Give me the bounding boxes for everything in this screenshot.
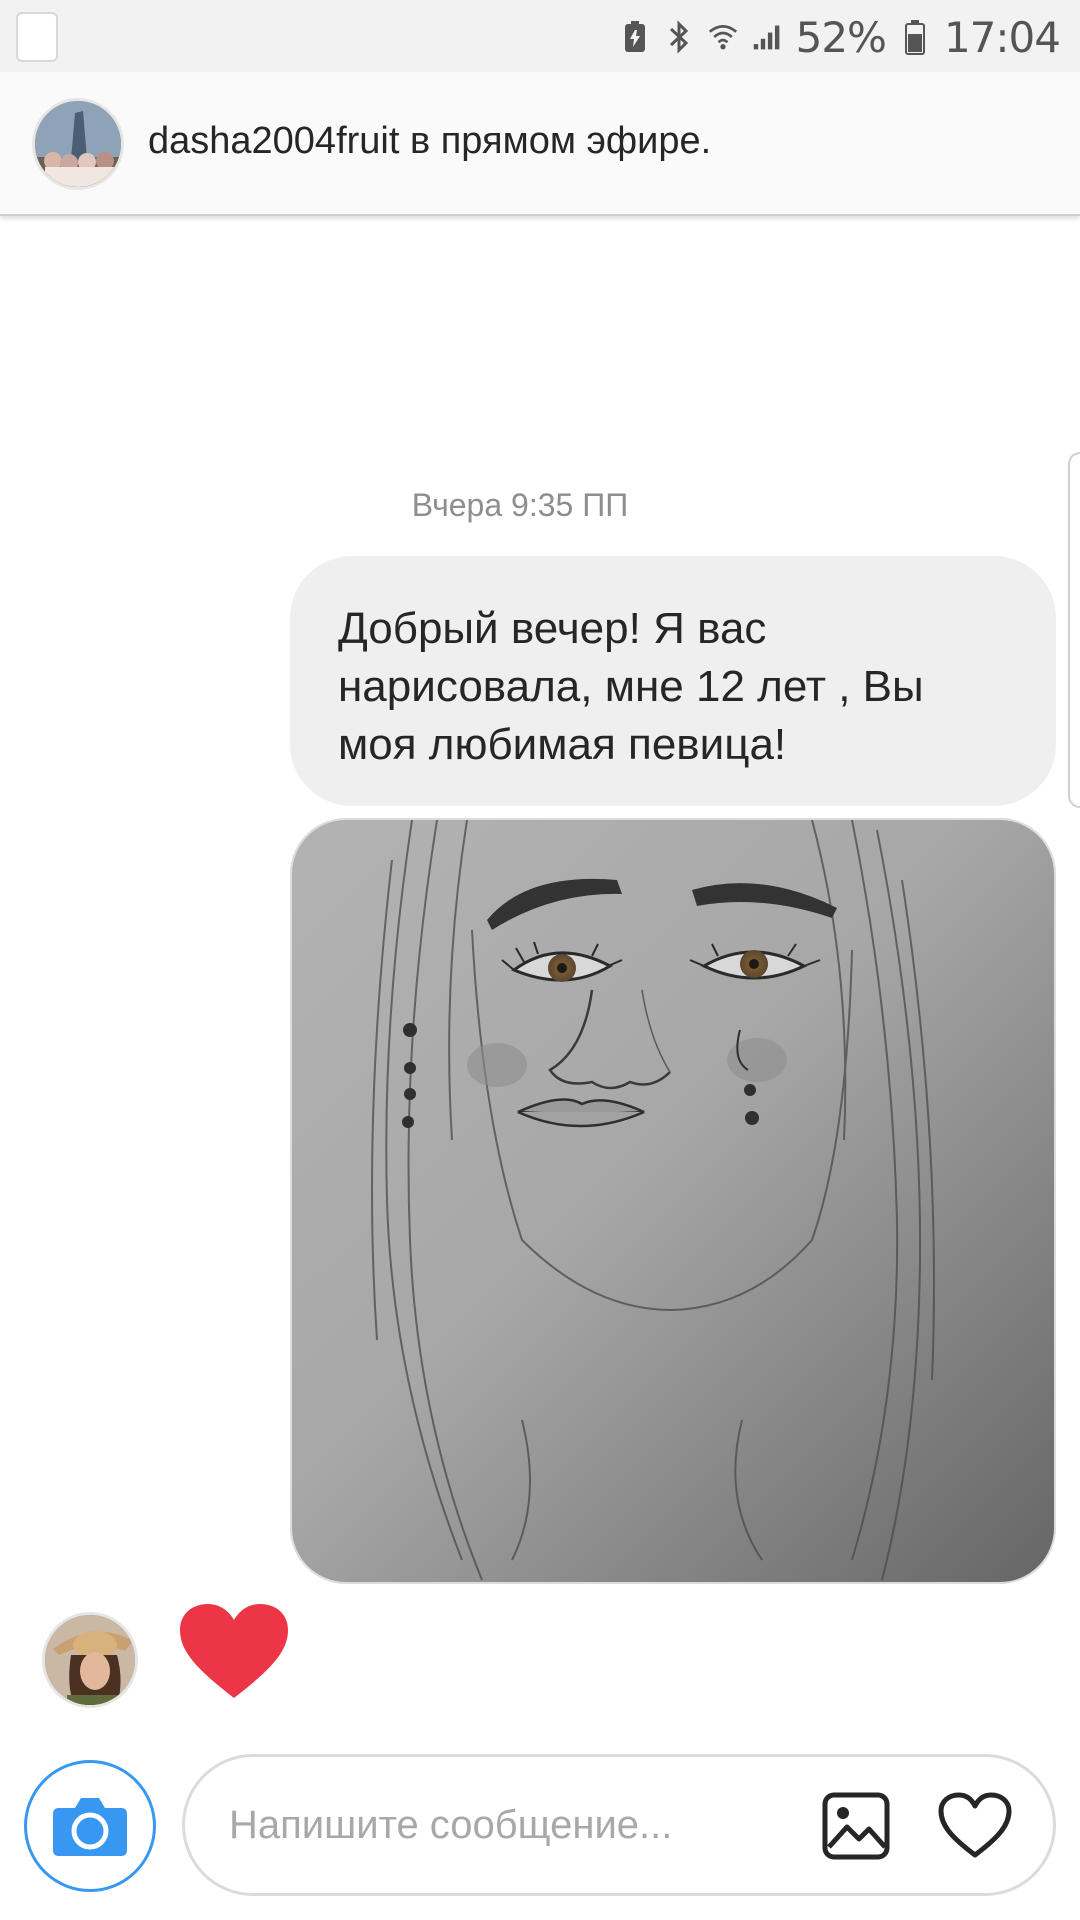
reactor-avatar[interactable] — [42, 1612, 138, 1708]
camera-button[interactable] — [24, 1760, 156, 1892]
status-bar: 52% 17:04 — [0, 0, 1080, 72]
shared-drawing-image[interactable] — [290, 818, 1056, 1584]
battery-icon — [900, 20, 930, 55]
wifi-icon — [708, 20, 738, 54]
message-bubble[interactable]: Добрый вечер! Я вас нарисовала, мне 12 л… — [290, 556, 1056, 806]
message-text: Добрый вечер! Я вас нарисовала, мне 12 л… — [338, 604, 924, 769]
notification-app-icon — [16, 12, 58, 62]
signal-icon — [752, 20, 782, 54]
gallery-icon[interactable] — [821, 1791, 891, 1861]
live-user-avatar[interactable] — [32, 98, 124, 190]
live-notification-banner[interactable]: dasha2004fruit в прямом эфире. — [0, 72, 1080, 216]
clock: 17:04 — [943, 12, 1061, 62]
message-input[interactable] — [229, 1757, 789, 1893]
camera-icon — [53, 1798, 127, 1856]
heart-icon[interactable] — [937, 1791, 1013, 1861]
battery-percent: 52% — [795, 12, 887, 62]
battery-saver-icon — [620, 20, 650, 54]
bluetooth-icon — [664, 20, 694, 54]
heart-reaction-icon — [180, 1604, 288, 1698]
message-composer[interactable] — [182, 1754, 1056, 1896]
message-timestamp: Вчера 9:35 ПП — [411, 487, 629, 523]
status-icons: 52% 17:04 — [620, 12, 1061, 62]
live-banner-text: dasha2004fruit в прямом эфире. — [148, 120, 712, 162]
